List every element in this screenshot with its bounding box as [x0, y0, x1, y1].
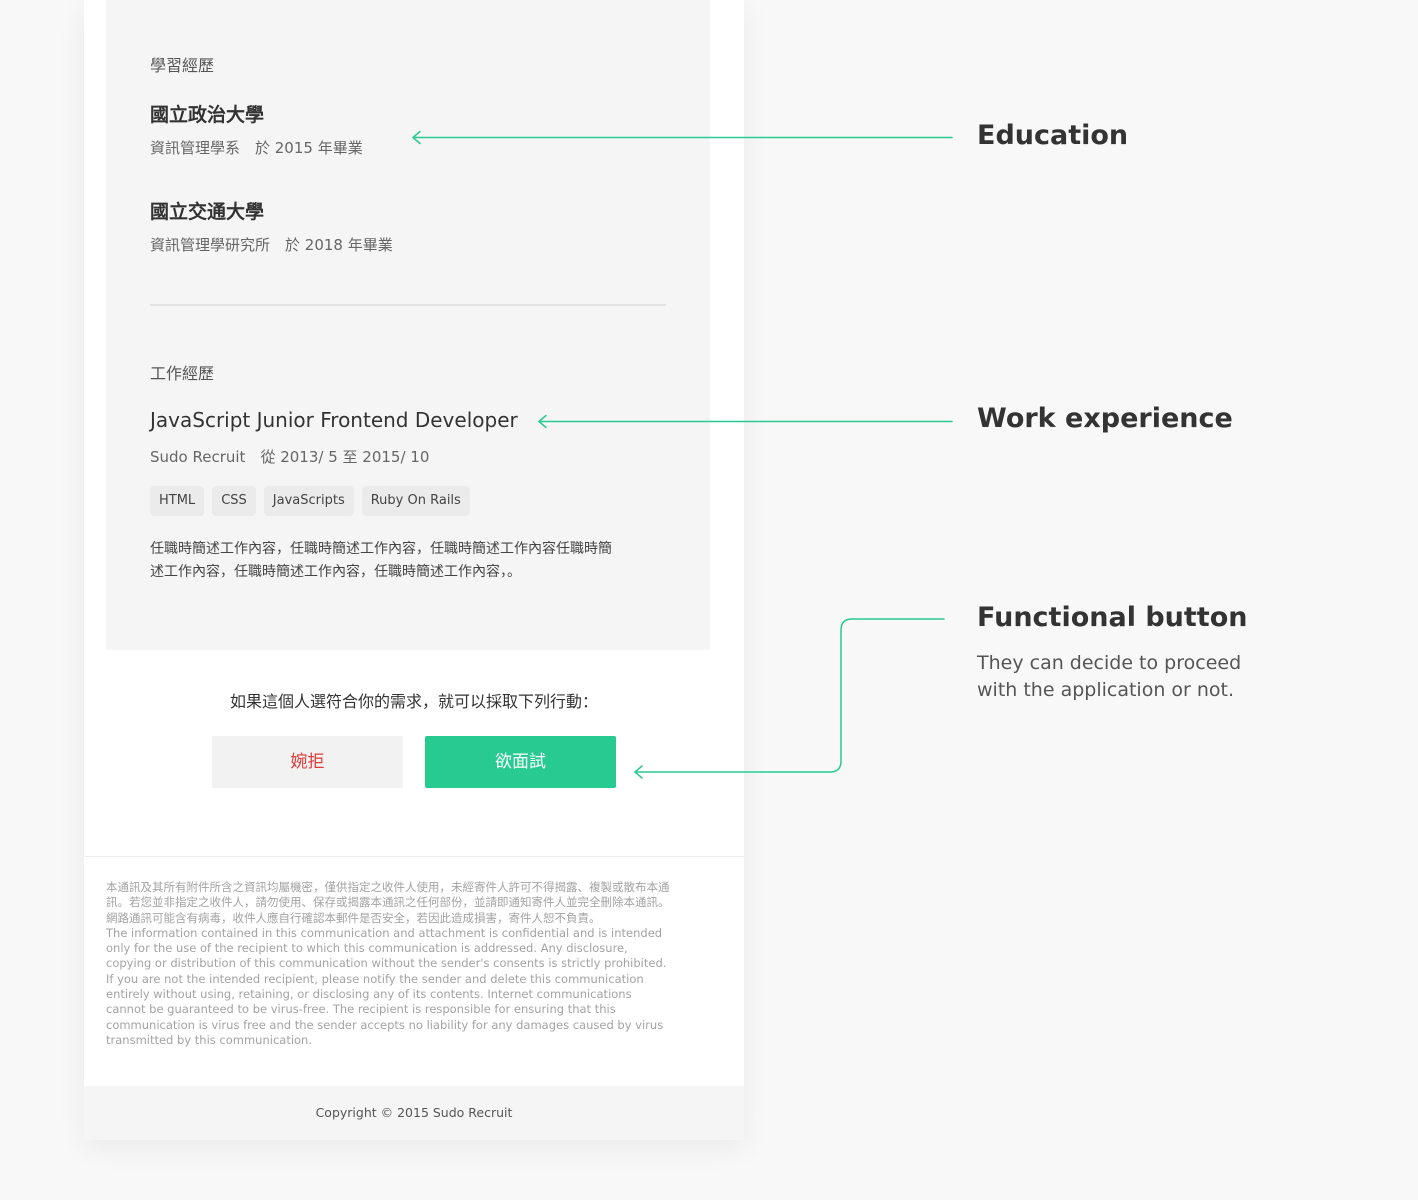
- education-annotation: Education: [977, 120, 1129, 151]
- annotation-arrows: [412, 130, 953, 779]
- work-experience-arrow: [538, 414, 953, 429]
- functional-button-annotation: Functional button: [977, 602, 1248, 633]
- functional-button-description: They can decide to proceed with the appl…: [977, 652, 1242, 701]
- education-arrow: [412, 130, 953, 145]
- work-experience-annotation: Work experience: [977, 403, 1233, 434]
- functional-button-arrow: [634, 618, 945, 779]
